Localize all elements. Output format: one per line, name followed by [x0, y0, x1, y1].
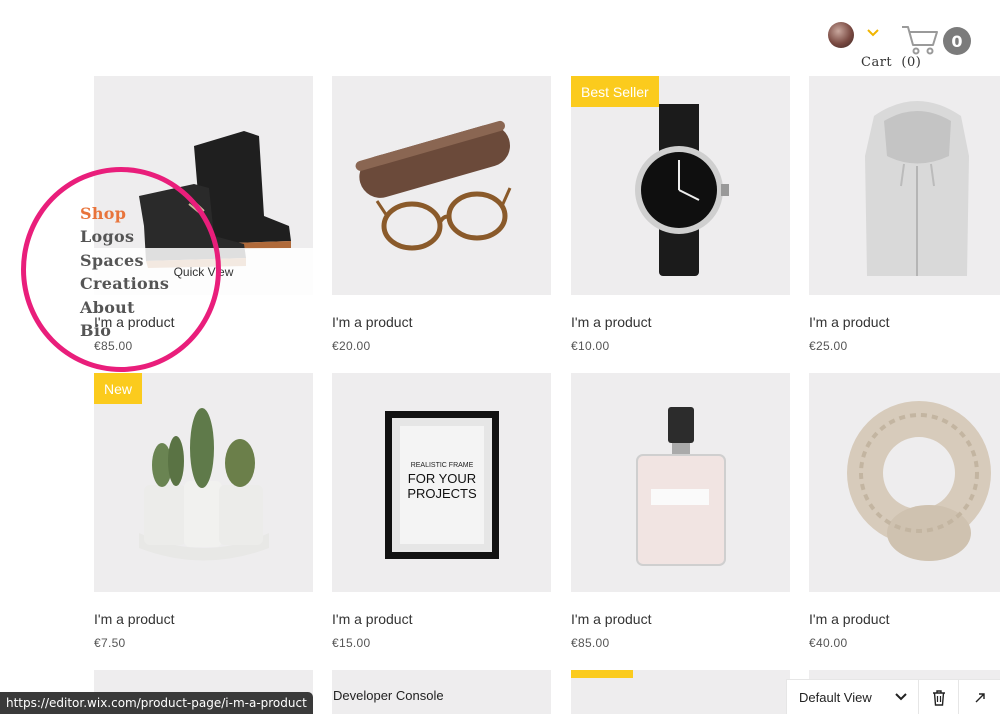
product-card[interactable]: REALISTIC FRAME FOR YOUR PROJECTS I'm a …: [332, 373, 551, 650]
product-card[interactable]: I'm a product €40.00: [809, 373, 1000, 650]
frame-text-line: PROJECTS: [407, 486, 477, 501]
product-card[interactable]: Best Seller I'm a product €10.00: [571, 76, 790, 353]
highlight-circle-annotation: [21, 167, 221, 372]
status-bar-url: https://editor.wix.com/product-page/i-m-…: [0, 692, 313, 714]
trash-icon: [932, 689, 945, 706]
product-image-frame[interactable]: REALISTIC FRAME FOR YOUR PROJECTS: [332, 373, 551, 592]
product-ribbon: Best Seller: [571, 76, 659, 107]
cart-icon[interactable]: [900, 24, 940, 56]
editor-bottom-toolbar: Default View: [786, 679, 1000, 714]
cactus-planter-image: [139, 408, 269, 561]
cart-count-badge[interactable]: 0: [943, 27, 971, 55]
product-name[interactable]: I'm a product: [332, 314, 413, 330]
product-image-perfume[interactable]: [571, 373, 790, 592]
perfume-bottle-image: [636, 407, 726, 566]
product-price: €25.00: [809, 339, 848, 353]
product-card[interactable]: I'm a product €20.00: [332, 76, 551, 353]
product-ribbon-partial: [571, 670, 633, 678]
watch-image: [635, 104, 729, 276]
glasses-case-image: [355, 120, 512, 251]
product-card[interactable]: I'm a product €85.00: [571, 373, 790, 650]
cart-label[interactable]: Cart (0): [861, 55, 921, 70]
view-select-dropdown[interactable]: Default View: [787, 680, 919, 714]
product-card[interactable]: I'm a product €25.00: [809, 76, 1000, 353]
frame-text-line: FOR YOUR: [407, 471, 477, 486]
chevron-down-icon: [895, 693, 907, 701]
knit-scarf-image: [847, 401, 991, 561]
user-avatar[interactable]: [828, 22, 854, 48]
hoodie-image: [865, 101, 969, 276]
product-card[interactable]: New I'm a product €7.50: [94, 373, 313, 650]
expand-button[interactable]: [959, 680, 1000, 714]
trash-button[interactable]: [919, 680, 959, 714]
product-price: €7.50: [94, 636, 126, 650]
product-image-watch[interactable]: Best Seller: [571, 76, 790, 295]
product-ribbon: New: [94, 373, 143, 404]
product-image-glasses[interactable]: [332, 76, 551, 295]
product-price: €10.00: [571, 339, 610, 353]
product-image-hoodie[interactable]: [809, 76, 1000, 295]
product-price: €15.00: [332, 636, 371, 650]
product-name[interactable]: I'm a product: [571, 314, 652, 330]
product-name[interactable]: I'm a product: [94, 611, 175, 627]
view-select-label: Default View: [799, 690, 872, 705]
product-price: €20.00: [332, 339, 371, 353]
expand-arrow-icon: [975, 692, 985, 702]
product-name[interactable]: I'm a product: [809, 611, 890, 627]
product-image-cactus[interactable]: New: [94, 373, 313, 592]
chevron-down-icon[interactable]: [866, 28, 880, 38]
product-name[interactable]: I'm a product: [332, 611, 413, 627]
developer-console-button[interactable]: Developer Console: [333, 688, 444, 703]
frame-text-line: REALISTIC FRAME: [410, 462, 474, 469]
frame-text: REALISTIC FRAME FOR YOUR PROJECTS: [400, 462, 484, 501]
product-name[interactable]: I'm a product: [809, 314, 890, 330]
site-header: 0 Cart (0): [0, 0, 1000, 76]
product-name[interactable]: I'm a product: [571, 611, 652, 627]
product-price: €40.00: [809, 636, 848, 650]
product-image-scarf[interactable]: [809, 373, 1000, 592]
product-price: €85.00: [571, 636, 610, 650]
